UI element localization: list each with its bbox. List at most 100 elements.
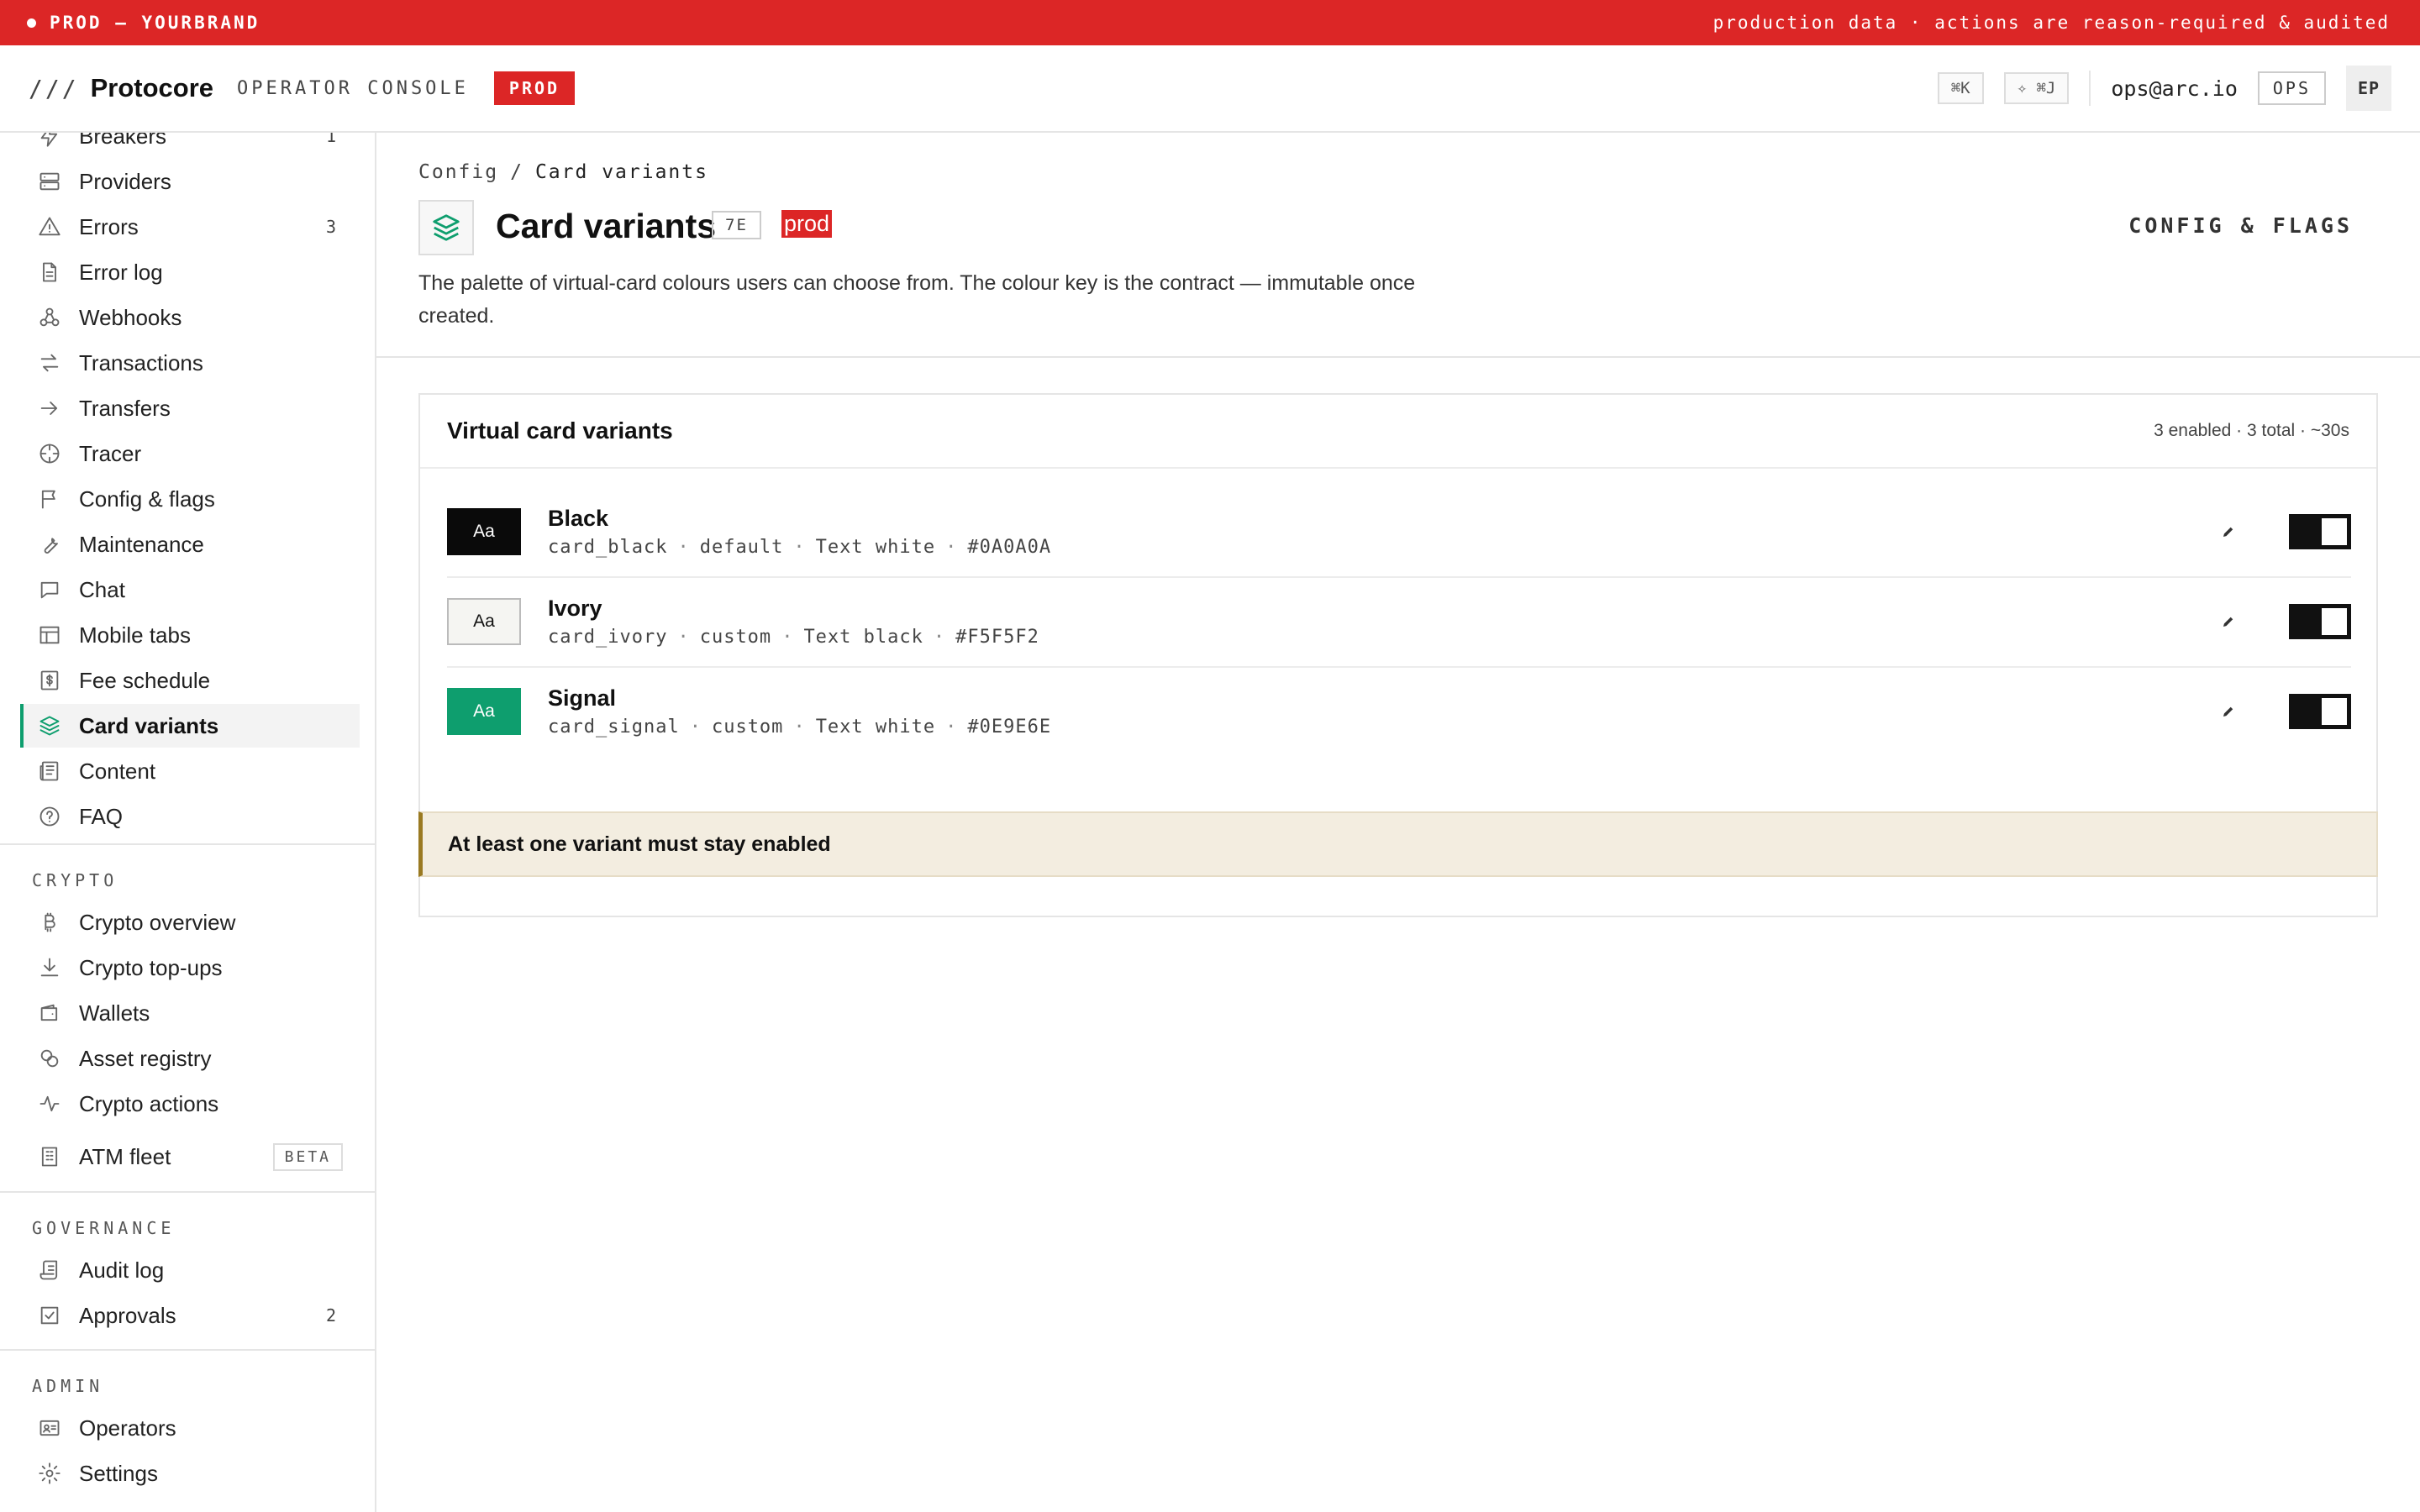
sidebar-item-label: Chat	[79, 576, 125, 602]
variant-text-color: Text white	[815, 717, 936, 738]
avatar[interactable]: EP	[2346, 66, 2391, 111]
check-square-icon	[37, 1303, 62, 1328]
sidebar-item-faq[interactable]: FAQ	[20, 795, 360, 838]
sidebar-item-label: Audit log	[79, 1257, 165, 1283]
download-icon	[37, 955, 62, 980]
wallet-icon	[37, 1000, 62, 1026]
sidebar-item-label: Transfers	[79, 395, 171, 421]
sidebar-item-tracer[interactable]: Tracer	[20, 432, 360, 475]
sidebar-item-label: Card variants	[79, 712, 219, 738]
variant-row-black: Aa Black card_black · default · Text white · #0A…	[447, 487, 2351, 578]
config-flags-link[interactable]: CONFIG & FLAGS	[2128, 213, 2353, 238]
sidebar-divider	[0, 843, 375, 845]
sidebar-item-atm-fleet[interactable]: ATM fleet BETA	[20, 1131, 360, 1183]
coins-icon	[37, 1046, 62, 1071]
banner-notice: production data · actions are reason-req…	[1712, 13, 2390, 33]
pencil-icon[interactable]	[2218, 701, 2238, 722]
sidebar-item-breakers[interactable]: Breakers 1	[20, 133, 360, 158]
sidebar: Breakers 1 Providers Errors 3 Error log Webhoo…	[0, 133, 376, 1512]
brand-name[interactable]: Protocore	[91, 73, 213, 103]
section-title-governance: GOVERNANCE	[32, 1218, 176, 1238]
sidebar-item-crypto-overview[interactable]: Crypto overview	[20, 900, 360, 944]
document-icon	[37, 260, 62, 285]
crosshair-icon	[37, 441, 62, 466]
variant-text-color: Text white	[815, 537, 936, 558]
pencil-icon[interactable]	[2218, 522, 2238, 542]
sidebar-item-label: Webhooks	[79, 304, 182, 330]
sidebar-item-mobile-tabs[interactable]: Mobile tabs	[20, 613, 360, 657]
sidebar-item-label: Breakers	[79, 133, 167, 149]
sidebar-item-error-log[interactable]: Error log	[20, 250, 360, 294]
sidebar-item-label: Fee schedule	[79, 667, 211, 693]
variant-hex: #0A0A0A	[967, 537, 1052, 558]
pencil-icon[interactable]	[2218, 612, 2238, 632]
sidebar-item-transactions[interactable]: Transactions	[20, 341, 360, 385]
sidebar-item-crypto-actions[interactable]: Crypto actions	[20, 1082, 360, 1126]
sidebar-item-count: 2	[325, 1305, 336, 1326]
sidebar-item-wallets[interactable]: Wallets	[20, 991, 360, 1035]
activity-icon	[37, 1091, 62, 1116]
enable-toggle[interactable]	[2289, 694, 2351, 729]
sidebar-item-label: Operators	[79, 1415, 176, 1441]
variant-details: card_ivory · custom · Text black · #F5F5F2	[548, 627, 1039, 648]
sidebar-item-card-variants[interactable]: Card variants	[20, 704, 360, 748]
toggle-knob	[2322, 698, 2347, 725]
sidebar-item-webhooks[interactable]: Webhooks	[20, 296, 360, 339]
prod-banner: PROD — YOURBRAND production data · actio…	[0, 0, 2420, 45]
variant-kind: custom	[711, 717, 784, 738]
variant-kind: default	[699, 537, 784, 558]
layers-icon	[418, 200, 474, 255]
sidebar-item-asset-registry[interactable]: Asset registry	[20, 1037, 360, 1080]
sidebar-item-maintenance[interactable]: Maintenance	[20, 522, 360, 566]
sidebar-item-label: Config & flags	[79, 486, 215, 512]
variant-name: Ivory	[548, 596, 602, 621]
chat-icon	[37, 577, 62, 602]
sidebar-item-label: Tracer	[79, 440, 142, 466]
sidebar-item-transfers[interactable]: Transfers	[20, 386, 360, 430]
enable-toggle[interactable]	[2289, 604, 2351, 639]
variant-name: Black	[548, 506, 609, 531]
layout-icon	[37, 622, 62, 648]
sidebar-item-chat[interactable]: Chat	[20, 568, 360, 612]
sidebar-item-crypto-top-ups[interactable]: Crypto top-ups	[20, 946, 360, 990]
enable-toggle[interactable]	[2289, 514, 2351, 549]
command-search-shortcut[interactable]: ⌘K	[1937, 72, 1984, 104]
header-divider	[376, 356, 2420, 358]
separator-dot: ·	[689, 717, 702, 738]
sidebar-item-label: Content	[79, 758, 156, 784]
help-icon	[37, 804, 62, 829]
sidebar-item-config-and-flags[interactable]: Config & flags	[20, 477, 360, 521]
sidebar-item-audit-log[interactable]: Audit log	[20, 1248, 360, 1292]
sidebar-item-approvals[interactable]: Approvals 2	[20, 1294, 360, 1337]
sidebar-item-operators[interactable]: Operators	[20, 1406, 360, 1450]
separator-dot: ·	[945, 537, 958, 558]
page-title: Card variants	[496, 207, 717, 245]
section-title-admin: ADMIN	[32, 1376, 104, 1396]
sidebar-item-providers[interactable]: Providers	[20, 160, 360, 203]
building-icon	[37, 1144, 62, 1169]
role-pill: OPS	[2257, 71, 2326, 105]
sidebar-item-settings[interactable]: Settings	[20, 1452, 360, 1495]
variant-row-signal: Aa Signal card_signal · custom · Text white · #0…	[447, 667, 2351, 756]
wrench-icon	[37, 532, 62, 557]
variant-details: card_signal · custom · Text white · #0E9E6E	[548, 717, 1051, 738]
variant-hex: #0E9E6E	[967, 717, 1052, 738]
user-email[interactable]: ops@arc.io	[2111, 76, 2238, 101]
page-description: The palette of virtual-card colours user…	[418, 271, 1416, 328]
sidebar-divider	[0, 1191, 375, 1193]
variant-details: card_black · default · Text white · #0A0A0A	[548, 537, 1051, 558]
sidebar-item-content[interactable]: Content	[20, 749, 360, 793]
flag-icon	[37, 486, 62, 512]
variant-text-color: Text black	[803, 627, 923, 648]
sidebar-item-errors[interactable]: Errors 3	[20, 205, 360, 249]
sidebar-item-label: Providers	[79, 168, 171, 194]
breadcrumb-config[interactable]: Config	[418, 161, 498, 183]
sidebar-item-count: 3	[325, 217, 336, 237]
env-label: PROD — YOURBRAND	[50, 13, 260, 33]
webhook-icon	[37, 305, 62, 330]
jump-shortcut[interactable]: ✧ ⌘J	[2003, 72, 2070, 104]
section-title-crypto: CRYPTO	[32, 870, 118, 890]
separator-dot: ·	[945, 717, 958, 738]
status-dot-icon	[27, 18, 36, 28]
sidebar-item-fee-schedule[interactable]: Fee schedule	[20, 659, 360, 702]
